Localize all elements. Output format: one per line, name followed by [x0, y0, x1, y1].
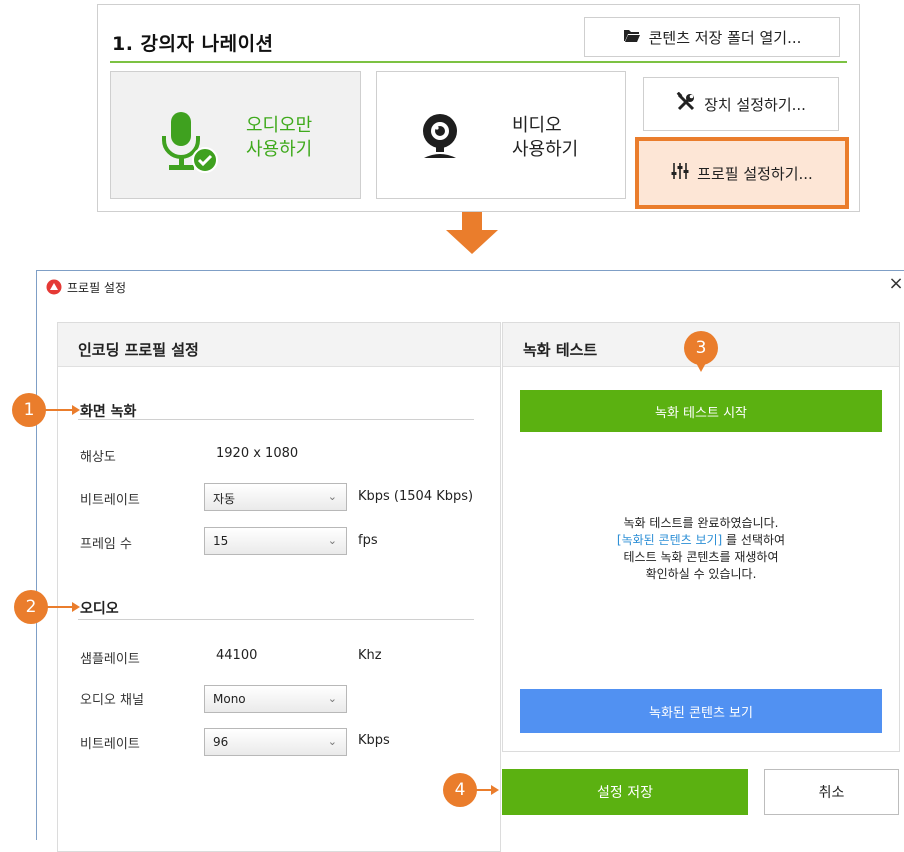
video-bitrate-unit: Kbps (1504 Kbps): [358, 489, 474, 504]
callout-number: 4: [443, 773, 477, 807]
audio-section-title: 오디오: [80, 601, 119, 617]
cancel-button[interactable]: 취소: [764, 769, 899, 815]
recording-test-panel: 녹화 테스트 녹화 테스트 시작 녹화 테스트를 완료하였습니다. [녹화된 콘…: [502, 322, 900, 752]
video-label: 비디오 사용하기: [512, 115, 579, 160]
framerate-value: 15: [213, 534, 229, 548]
audio-bitrate-unit: Kbps: [358, 733, 390, 748]
chevron-down-icon: ⌄: [327, 490, 337, 503]
resolution-value: 1920 x 1080: [216, 446, 299, 461]
section-divider: [78, 419, 474, 420]
chevron-down-icon: ⌄: [327, 692, 337, 705]
test-complete-message: 녹화 테스트를 완료하였습니다. [녹화된 콘텐츠 보기] 를 선택하여 테스트…: [503, 515, 899, 583]
framerate-select[interactable]: 15 ⌄: [204, 527, 347, 555]
chevron-down-icon: ⌄: [327, 735, 337, 748]
start-recording-test-button[interactable]: 녹화 테스트 시작: [520, 390, 882, 432]
message-line: [녹화된 콘텐츠 보기] 를 선택하여: [503, 532, 899, 549]
samplerate-value: 44100: [216, 648, 258, 663]
narration-panel: 1. 강의자 나레이션 콘텐츠 저장 폴더 열기... 오디오만 사용하기 비디…: [97, 4, 860, 212]
video-bitrate-value: 자동: [213, 492, 236, 506]
view-recorded-link[interactable]: [녹화된 콘텐츠 보기]: [617, 533, 722, 547]
video-bitrate-select[interactable]: 자동 ⌄: [204, 483, 347, 511]
message-line: 테스트 녹화 콘텐츠를 재생하여: [623, 550, 779, 564]
microphone-check-icon: [157, 110, 223, 180]
profile-settings-dialog: 프로필 설정 × 인코딩 프로필 설정 화면 녹화 해상도 1920 x 108…: [36, 270, 904, 852]
video-bitrate-label: 비트레이트: [80, 493, 140, 508]
app-logo-icon: [46, 279, 62, 299]
arrow-down-icon: [443, 212, 501, 260]
audio-bitrate-value: 96: [213, 735, 229, 749]
samplerate-label: 샘플레이트: [80, 652, 140, 667]
device-settings-label: 장치 설정하기...: [704, 95, 806, 114]
sliders-icon: [671, 162, 689, 184]
message-line: 확인하실 수 있습니다.: [645, 567, 757, 581]
open-content-folder-label: 콘텐츠 저장 폴더 열기...: [648, 28, 802, 47]
close-icon[interactable]: ×: [885, 273, 904, 295]
resolution-label: 해상도: [80, 450, 116, 465]
save-settings-button[interactable]: 설정 저장: [502, 769, 748, 815]
narration-title: 1. 강의자 나레이션: [112, 33, 274, 55]
dialog-title: 프로필 설정: [67, 281, 127, 295]
callout-number: 3: [684, 331, 718, 365]
title-underline: [110, 61, 847, 63]
encoding-profile-header: 인코딩 프로필 설정: [58, 323, 500, 367]
audio-channel-value: Mono: [213, 692, 246, 706]
message-line: 녹화 테스트를 완료하였습니다.: [623, 516, 779, 530]
device-settings-button[interactable]: 장치 설정하기...: [643, 77, 839, 131]
section-divider: [78, 619, 474, 620]
framerate-unit: fps: [358, 533, 378, 548]
audio-only-label: 오디오만 사용하기: [246, 115, 313, 160]
callout-number: 2: [14, 590, 48, 624]
tools-icon: [676, 91, 696, 116]
profile-settings-label: 프로필 설정하기...: [697, 164, 813, 183]
framerate-label: 프레임 수: [80, 537, 132, 552]
encoding-profile-panel: 인코딩 프로필 설정 화면 녹화 해상도 1920 x 1080 비트레이트 자…: [57, 322, 501, 852]
audio-bitrate-select[interactable]: 96 ⌄: [204, 728, 347, 756]
screen-recording-section-title: 화면 녹화: [80, 404, 137, 420]
audio-channel-select[interactable]: Mono ⌄: [204, 685, 347, 713]
message-text: 를 선택하여: [722, 533, 786, 547]
profile-settings-button[interactable]: 프로필 설정하기...: [635, 137, 849, 209]
callout-number: 1: [12, 393, 46, 427]
samplerate-unit: Khz: [358, 648, 382, 663]
webcam-icon: [415, 112, 465, 166]
folder-open-icon: [623, 28, 641, 47]
view-recorded-content-button[interactable]: 녹화된 콘텐츠 보기: [520, 689, 882, 733]
open-content-folder-button[interactable]: 콘텐츠 저장 폴더 열기...: [584, 17, 840, 57]
audio-bitrate-label: 비트레이트: [80, 737, 140, 752]
video-option[interactable]: 비디오 사용하기: [376, 71, 626, 199]
audio-channel-label: 오디오 채널: [80, 693, 144, 708]
audio-only-option[interactable]: 오디오만 사용하기: [110, 71, 361, 199]
chevron-down-icon: ⌄: [327, 534, 337, 547]
